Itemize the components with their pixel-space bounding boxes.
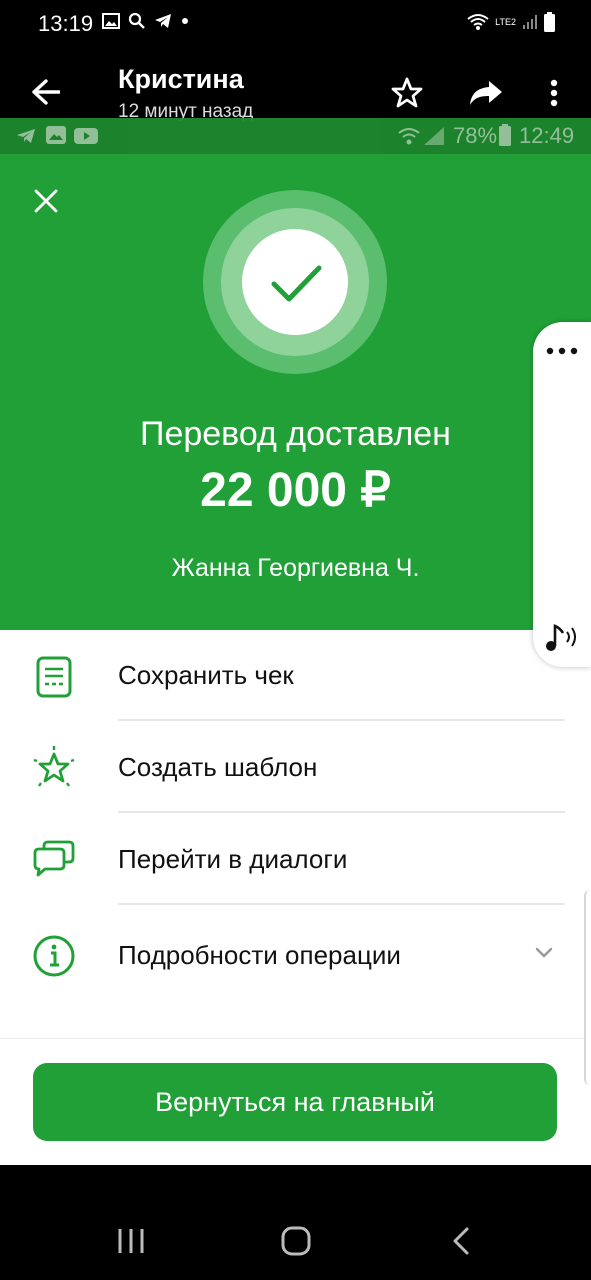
youtube-icon [74, 128, 98, 144]
divider [118, 719, 565, 721]
signal-icon [424, 127, 444, 145]
status-bar: 13:19 LTE2 [0, 0, 591, 50]
dot-icon [182, 18, 188, 24]
system-nav-bar [0, 1165, 591, 1280]
action-label: Создать шаблон [118, 752, 318, 782]
wifi-icon [398, 128, 420, 145]
music-sound-icon[interactable] [544, 622, 582, 654]
action-label: Подробности операции [118, 940, 401, 970]
search-icon [128, 12, 145, 29]
action-operation-details[interactable]: Подробности операции [0, 910, 591, 1002]
more-vertical-icon[interactable] [549, 79, 559, 107]
status-time: 13:19 [38, 11, 94, 36]
app-bar [0, 50, 591, 118]
action-label: Перейти в диалоги [118, 844, 348, 874]
wifi-icon [467, 14, 489, 30]
telegram-icon [155, 14, 171, 28]
signal-icon [523, 15, 537, 29]
divider [118, 903, 565, 905]
receipt-icon [36, 656, 72, 698]
action-go-to-dialogs[interactable]: Перейти в диалоги [0, 814, 591, 906]
scrollbar-edge[interactable] [584, 890, 591, 1085]
inner-battery-percent: 78% [453, 123, 498, 148]
home-icon[interactable] [281, 1226, 311, 1256]
return-home-button[interactable]: Вернуться на главный [33, 1063, 557, 1141]
back-arrow-icon[interactable] [32, 79, 60, 105]
network-label: LTE2 [495, 17, 516, 27]
close-icon[interactable] [34, 189, 58, 213]
inner-status-bar: 78% 12:49 [0, 118, 591, 154]
info-icon [33, 935, 75, 977]
divider [118, 811, 565, 813]
forward-icon[interactable] [469, 80, 503, 106]
success-heading: Перевод доставлен [140, 415, 451, 453]
chat-bubbles-icon [33, 840, 75, 877]
telegram-icon [17, 129, 35, 143]
gallery-icon [102, 13, 120, 29]
inner-time: 12:49 [519, 123, 575, 148]
battery-icon [544, 12, 555, 32]
more-horizontal-icon[interactable] [545, 346, 579, 356]
success-check-icon [203, 190, 387, 374]
action-create-template[interactable]: Создать шаблон [0, 722, 591, 814]
floating-side-panel[interactable] [533, 322, 591, 667]
action-label: Сохранить чек [118, 660, 294, 690]
recent-apps-icon[interactable] [117, 1228, 145, 1254]
system-icons: LTE2 [467, 12, 555, 32]
contact-name[interactable]: Кристина [118, 64, 244, 95]
chevron-down-icon[interactable] [535, 947, 553, 959]
star-icon[interactable] [391, 77, 423, 108]
transfer-amount: 22 000 ₽ [200, 464, 391, 517]
back-icon[interactable] [452, 1227, 470, 1255]
action-save-receipt[interactable]: Сохранить чек [0, 630, 591, 722]
notification-icons [102, 12, 190, 30]
star-sparkle-icon [33, 746, 75, 787]
battery-icon [499, 124, 511, 146]
divider [0, 1038, 591, 1039]
recipient-name: Жанна Георгиевна Ч. [171, 554, 420, 582]
gallery-icon [46, 126, 66, 144]
